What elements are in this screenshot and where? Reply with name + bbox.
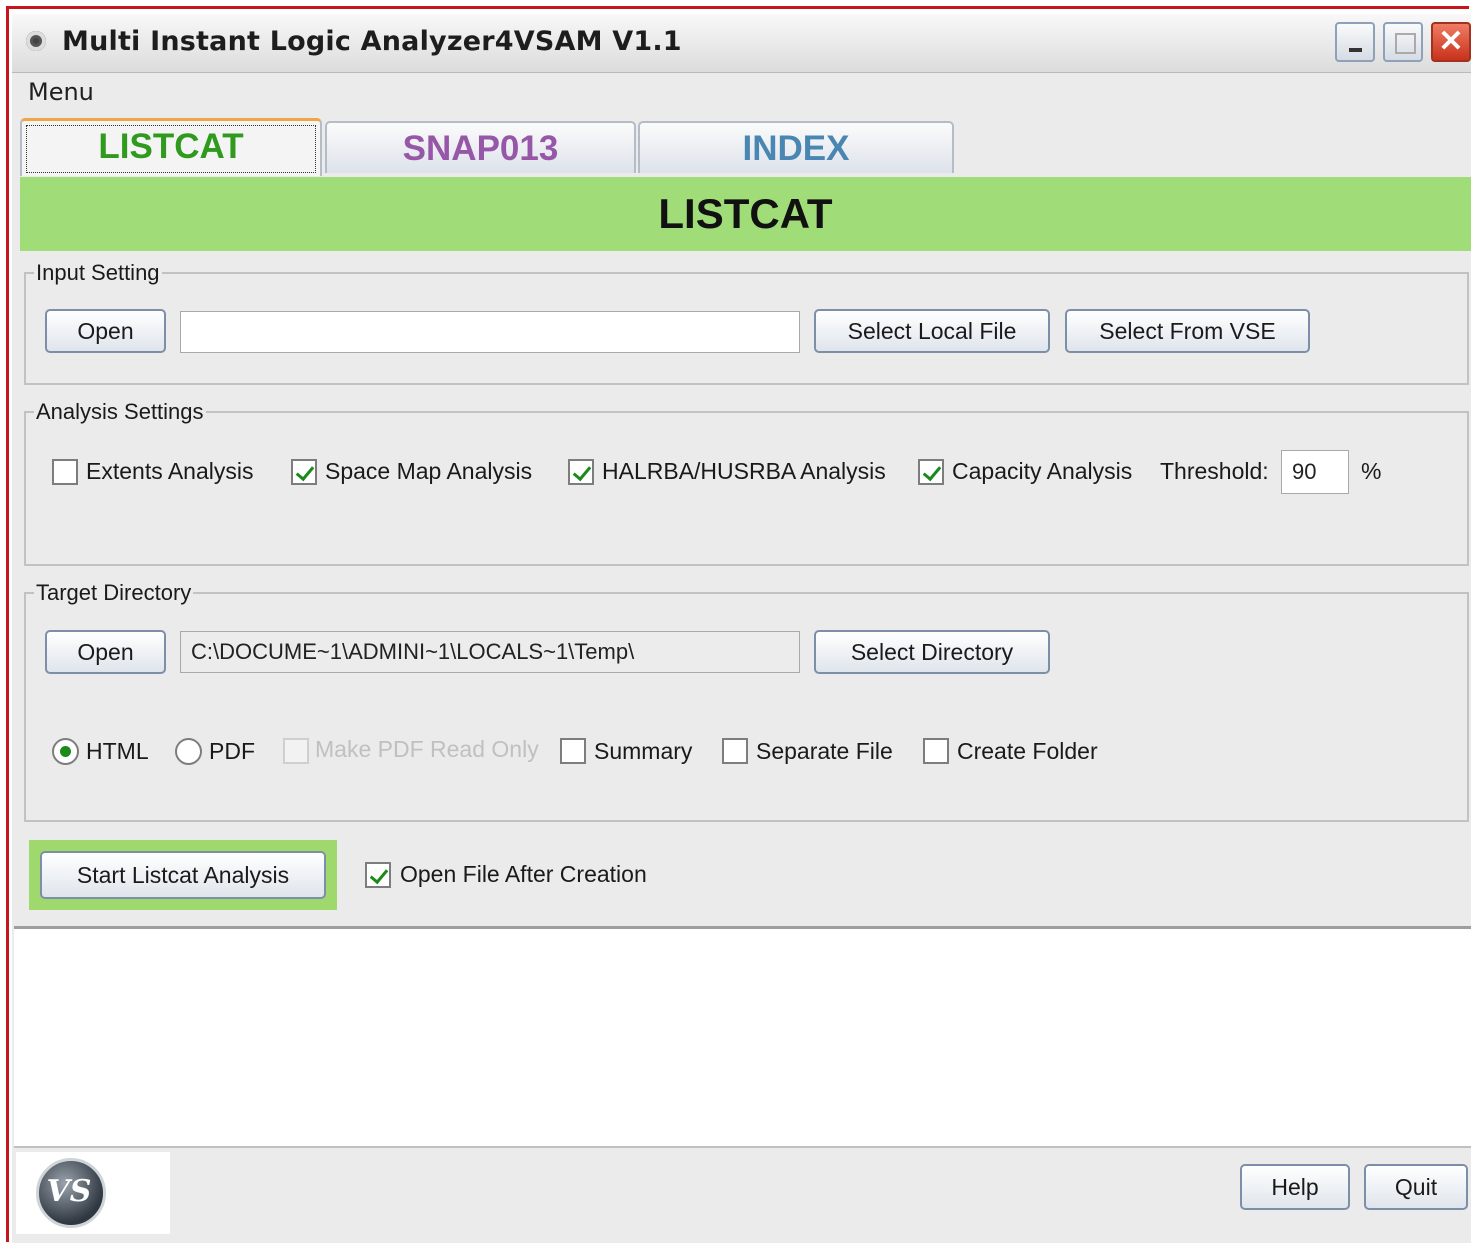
separate-file-checkbox[interactable] — [722, 738, 748, 764]
input-open-button[interactable]: Open — [45, 309, 166, 353]
logo-text: VS — [46, 1174, 92, 1209]
group-legend: Analysis Settings — [36, 399, 204, 424]
select-directory-button[interactable]: Select Directory — [814, 630, 1050, 674]
create-folder-label[interactable]: Create Folder — [957, 738, 1098, 765]
make-pdf-read-only-label: Make PDF Read Only — [315, 736, 539, 762]
capacity-analysis-checkbox[interactable] — [918, 459, 944, 485]
halrba-husrba-analysis-label[interactable]: HALRBA/HUSRBA Analysis — [602, 458, 886, 485]
help-button[interactable]: Help — [1240, 1164, 1350, 1210]
tab-snap013[interactable]: SNAP013 — [325, 121, 636, 173]
vs-logo: VS — [16, 1152, 170, 1234]
extents-analysis-checkbox[interactable] — [52, 459, 78, 485]
tab-index[interactable]: INDEX — [638, 121, 954, 173]
separate-file-label[interactable]: Separate File — [756, 738, 893, 765]
percent-label: % — [1361, 458, 1382, 484]
maximize-button[interactable] — [1383, 22, 1423, 62]
minimize-button[interactable] — [1335, 22, 1375, 62]
open-file-after-creation-checkbox[interactable] — [365, 862, 391, 888]
make-pdf-read-only-checkbox — [283, 738, 309, 764]
open-file-after-creation-label[interactable]: Open File After Creation — [400, 861, 647, 888]
close-button[interactable]: ✕ — [1431, 22, 1471, 62]
html-label[interactable]: HTML — [86, 738, 149, 765]
title-bar[interactable]: Multi Instant Logic Analyzer4VSAM V1.1 ✕ — [12, 14, 1471, 73]
summary-checkbox[interactable] — [560, 738, 586, 764]
app-icon[interactable] — [26, 31, 46, 51]
menu-bar: Menu — [12, 73, 1471, 111]
halrba-husrba-analysis-checkbox[interactable] — [568, 459, 594, 485]
create-folder-checkbox[interactable] — [923, 738, 949, 764]
close-icon: ✕ — [1438, 25, 1464, 58]
pdf-label[interactable]: PDF — [209, 738, 255, 765]
section-banner: LISTCAT — [20, 177, 1471, 251]
group-legend: Input Setting — [36, 260, 160, 285]
target-path-field[interactable]: C:\DOCUME~1\ADMINI~1\LOCALS~1\Temp\ — [180, 631, 800, 673]
html-radio[interactable] — [52, 738, 79, 765]
menu-item-menu[interactable]: Menu — [28, 78, 94, 106]
tab-listcat[interactable]: LISTCAT — [20, 118, 322, 176]
space-map-analysis-label[interactable]: Space Map Analysis — [325, 458, 532, 485]
select-from-vse-button[interactable]: Select From VSE — [1065, 309, 1310, 353]
target-directory-group: Target Directory — [24, 580, 1469, 822]
window-title: Multi Instant Logic Analyzer4VSAM V1.1 — [62, 26, 682, 57]
tab-bar: LISTCAT SNAP013 INDEX — [12, 118, 1471, 176]
extents-analysis-label[interactable]: Extents Analysis — [86, 458, 253, 485]
target-open-button[interactable]: Open — [45, 630, 166, 674]
threshold-label: Threshold: — [1160, 458, 1269, 484]
summary-label[interactable]: Summary — [594, 738, 692, 765]
focus-indicator — [26, 125, 316, 173]
input-file-field[interactable] — [180, 311, 800, 353]
select-local-file-button[interactable]: Select Local File — [814, 309, 1050, 353]
pdf-radio[interactable] — [175, 738, 202, 765]
threshold-input[interactable]: 90 — [1281, 450, 1349, 494]
capacity-analysis-label[interactable]: Capacity Analysis — [952, 458, 1132, 485]
output-area[interactable] — [14, 926, 1471, 1148]
tab-label: SNAP013 — [402, 129, 559, 168]
group-legend: Target Directory — [36, 580, 192, 605]
space-map-analysis-checkbox[interactable] — [291, 459, 317, 485]
app-window: Multi Instant Logic Analyzer4VSAM V1.1 ✕… — [12, 14, 1471, 1243]
tab-label: INDEX — [742, 129, 850, 168]
quit-button[interactable]: Quit — [1364, 1164, 1468, 1210]
start-listcat-analysis-button[interactable]: Start Listcat Analysis — [40, 851, 326, 899]
